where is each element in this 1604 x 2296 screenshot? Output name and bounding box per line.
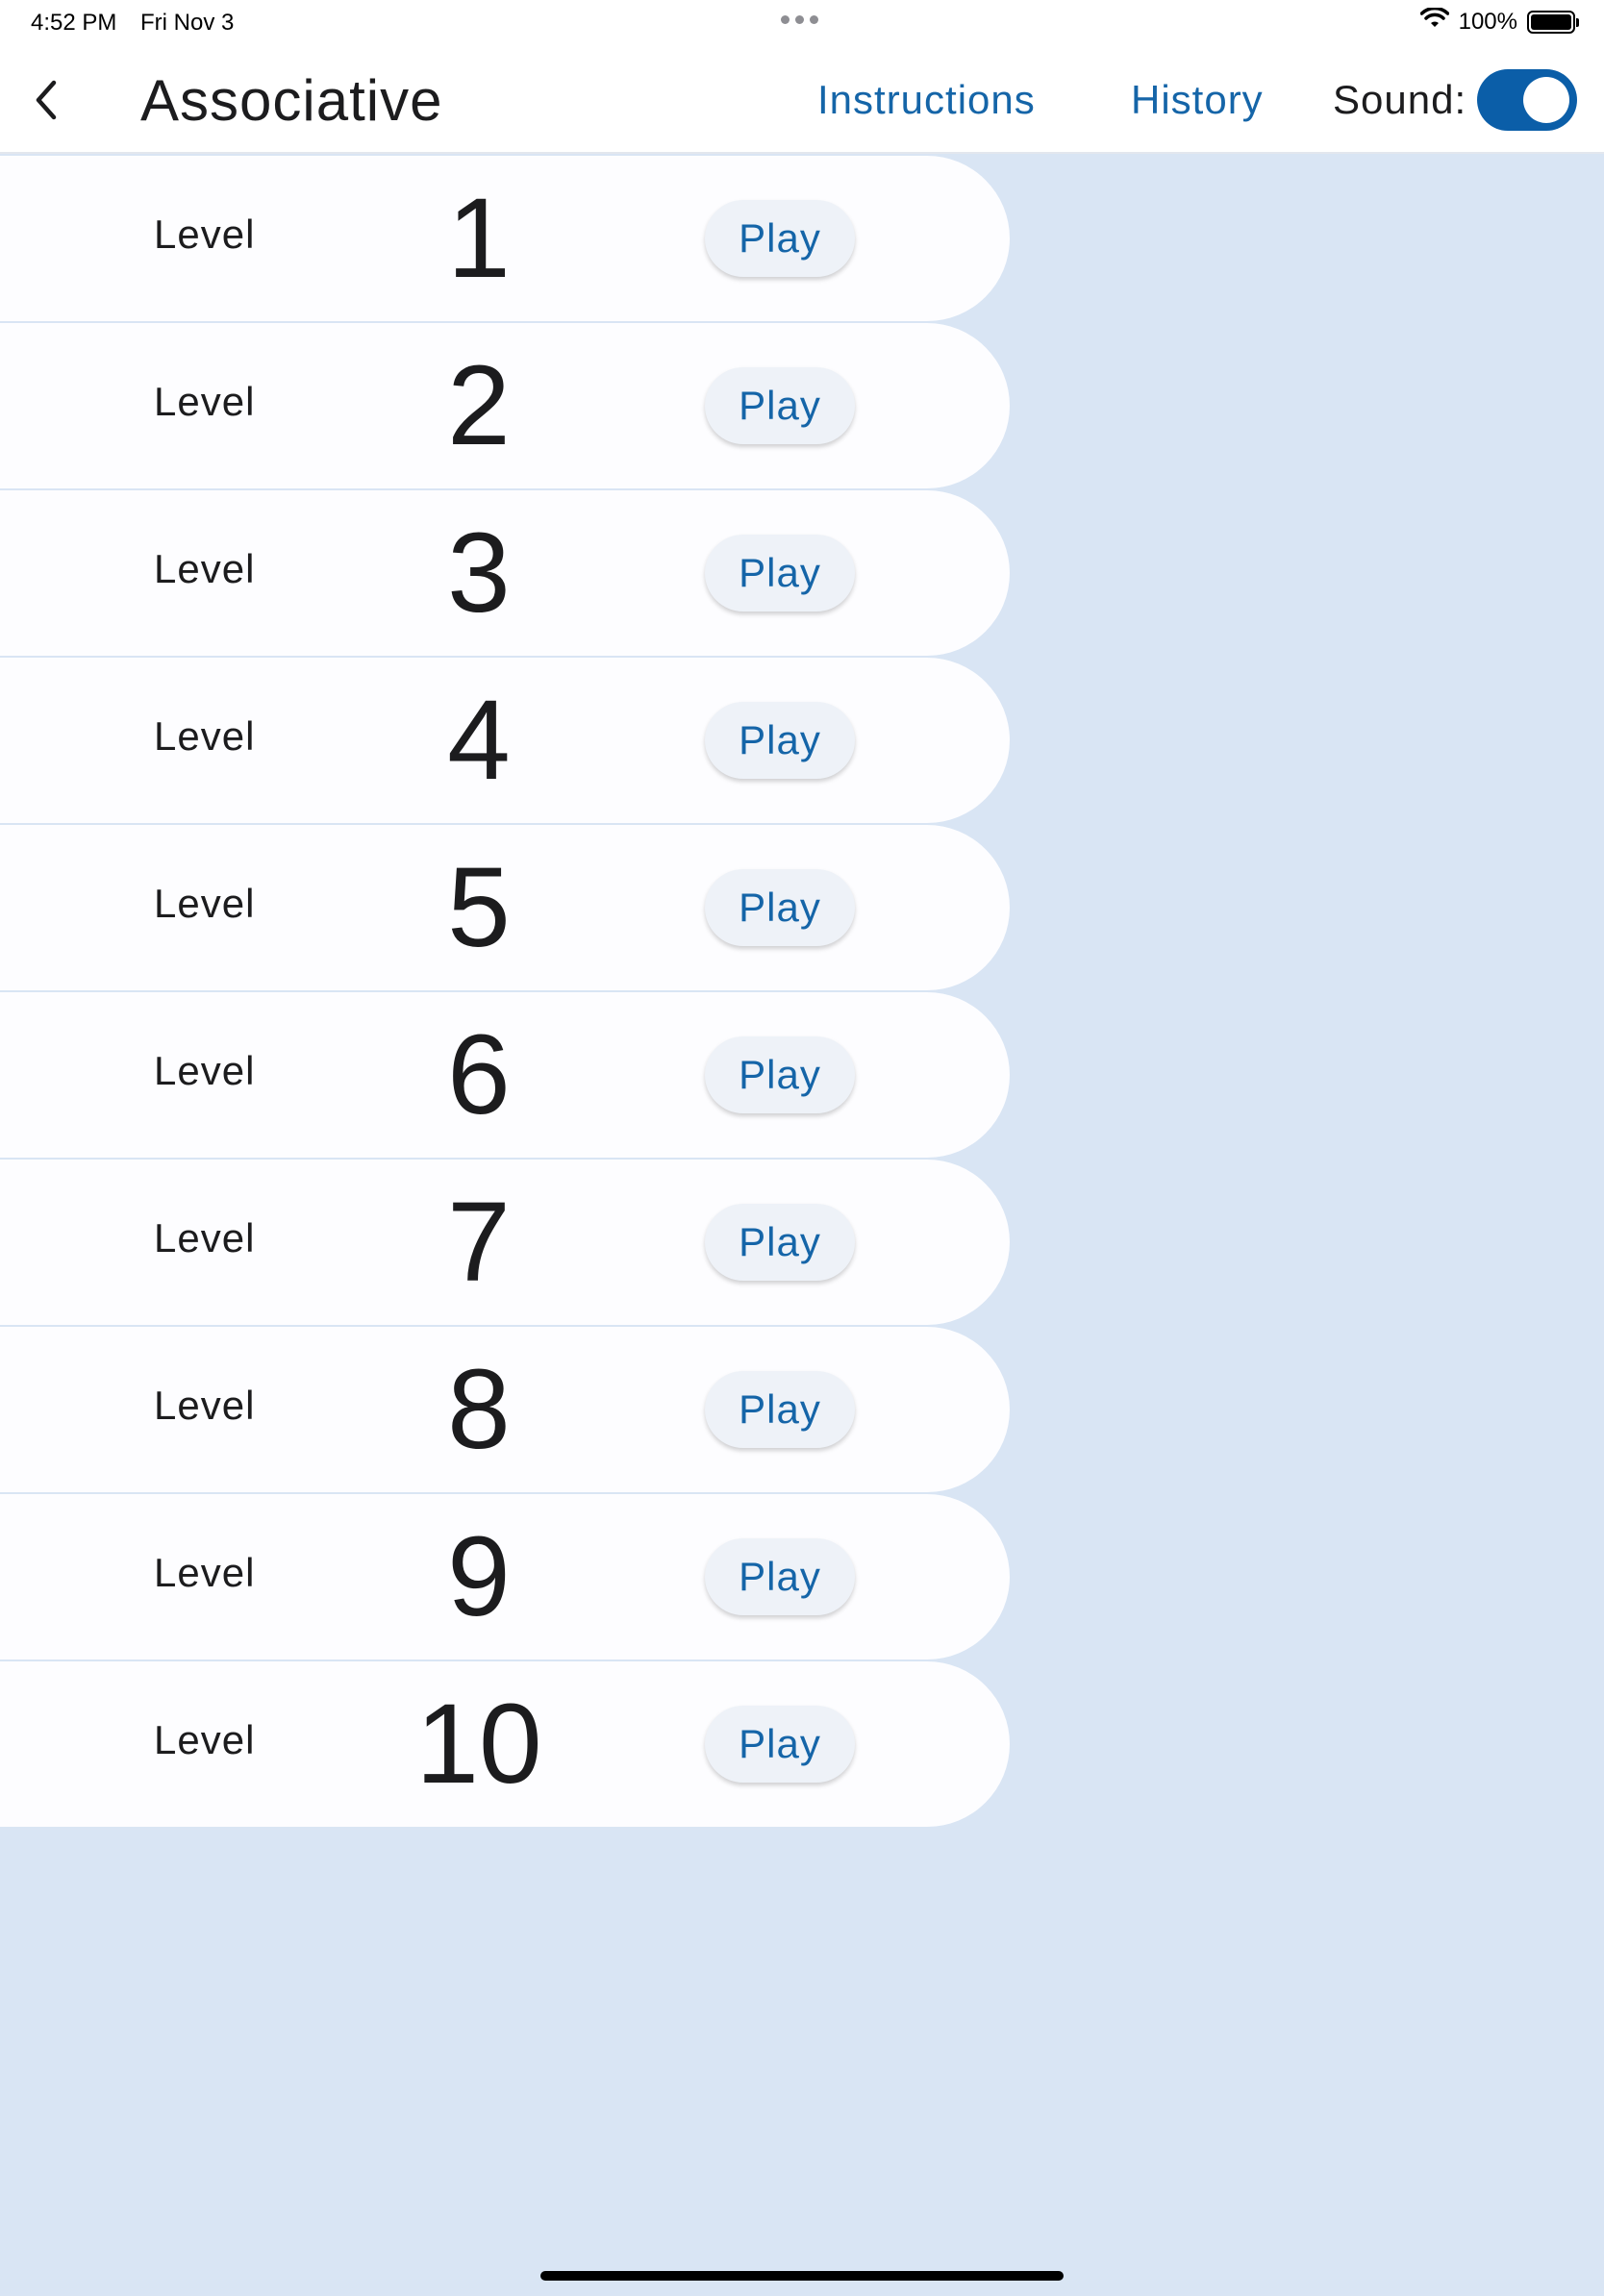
level-number: 10 bbox=[415, 1681, 542, 1808]
play-button[interactable]: Play bbox=[705, 1706, 855, 1783]
play-button[interactable]: Play bbox=[705, 1538, 855, 1615]
level-number: 8 bbox=[447, 1346, 511, 1473]
level-row: Level 7 Play bbox=[0, 1160, 1010, 1325]
status-bar: 4:52 PM Fri Nov 3 100% bbox=[0, 0, 1604, 46]
home-indicator[interactable] bbox=[540, 2271, 1064, 2281]
level-row: Level 2 Play bbox=[0, 323, 1010, 488]
level-number: 9 bbox=[447, 1513, 511, 1640]
level-label: Level bbox=[154, 379, 256, 424]
toggle-knob bbox=[1523, 77, 1569, 123]
status-time: 4:52 PM bbox=[31, 10, 117, 36]
instructions-link[interactable]: Instructions bbox=[817, 77, 1036, 123]
play-button[interactable]: Play bbox=[705, 869, 855, 946]
level-number: 7 bbox=[447, 1179, 511, 1306]
level-number: 3 bbox=[447, 510, 511, 636]
level-row: Level 10 Play bbox=[0, 1661, 1010, 1827]
more-dots-icon[interactable] bbox=[781, 15, 818, 24]
play-button[interactable]: Play bbox=[705, 1371, 855, 1448]
level-list: Level 1 Play Level 2 Play Level 3 Play L… bbox=[0, 156, 1010, 1829]
level-row: Level 8 Play bbox=[0, 1327, 1010, 1492]
level-label: Level bbox=[154, 1048, 256, 1093]
play-button[interactable]: Play bbox=[705, 1204, 855, 1281]
status-right: 100% bbox=[1419, 6, 1579, 36]
sound-label: Sound: bbox=[1333, 77, 1467, 122]
level-label: Level bbox=[154, 713, 256, 759]
battery-percent: 100% bbox=[1458, 8, 1517, 35]
wifi-icon bbox=[1419, 6, 1449, 36]
level-number: 4 bbox=[447, 677, 511, 804]
level-label: Level bbox=[154, 881, 256, 926]
status-date: Fri Nov 3 bbox=[140, 10, 235, 36]
level-label: Level bbox=[154, 546, 256, 591]
level-number: 2 bbox=[447, 342, 511, 469]
level-label: Level bbox=[154, 212, 256, 257]
play-button[interactable]: Play bbox=[705, 1036, 855, 1113]
page-title: Associative bbox=[140, 68, 443, 133]
level-label: Level bbox=[154, 1383, 256, 1428]
level-row: Level 5 Play bbox=[0, 825, 1010, 990]
level-number: 6 bbox=[447, 1011, 511, 1138]
level-label: Level bbox=[154, 1717, 256, 1762]
level-label: Level bbox=[154, 1215, 256, 1260]
sound-toggle[interactable] bbox=[1477, 69, 1577, 131]
play-button[interactable]: Play bbox=[705, 200, 855, 277]
level-label: Level bbox=[154, 1550, 256, 1595]
level-row: Level 9 Play bbox=[0, 1494, 1010, 1660]
level-row: Level 3 Play bbox=[0, 490, 1010, 656]
level-number: 1 bbox=[447, 175, 511, 302]
chevron-left-icon bbox=[36, 80, 57, 120]
history-link[interactable]: History bbox=[1131, 77, 1264, 123]
play-button[interactable]: Play bbox=[705, 367, 855, 444]
level-number: 5 bbox=[447, 844, 511, 971]
level-row: Level 4 Play bbox=[0, 658, 1010, 823]
battery-icon bbox=[1527, 10, 1579, 34]
nav-bar: Associative Instructions History Sound: bbox=[0, 46, 1604, 154]
level-row: Level 6 Play bbox=[0, 992, 1010, 1158]
level-row: Level 1 Play bbox=[0, 156, 1010, 321]
back-button[interactable] bbox=[21, 73, 69, 127]
play-button[interactable]: Play bbox=[705, 535, 855, 611]
play-button[interactable]: Play bbox=[705, 702, 855, 779]
